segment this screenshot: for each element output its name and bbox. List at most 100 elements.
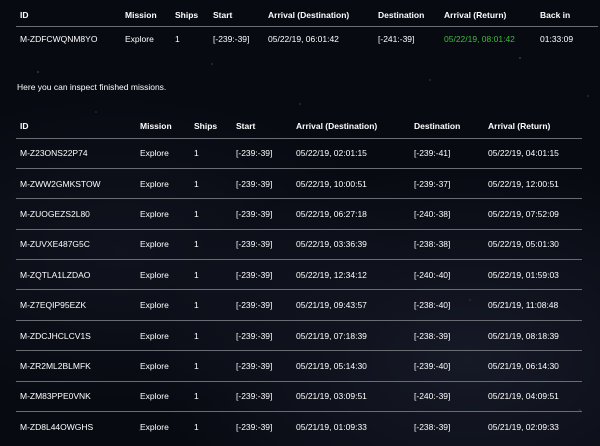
destination-coords: [-238:-38] (410, 228, 484, 260)
table-row: M-ZQTLA1LZDAO Explore 1 [-239:-39] 05/22/19,… (16, 259, 582, 290)
arrival-return: 05/21/19, 08:18:39 (484, 319, 582, 351)
start-coords: [-239:-39] (232, 198, 292, 230)
finished-missions-table: ID Mission Ships Start Arrival (Destinat… (16, 114, 582, 442)
start-coords: [-239:-39] (232, 167, 292, 199)
ship-count: 1 (190, 319, 232, 351)
mission-type: Explore (136, 167, 190, 199)
destination-coords: [-239:-37] (410, 167, 484, 199)
arrival-return: 05/21/19, 02:09:33 (484, 411, 582, 442)
finished-header-row: ID Mission Ships Start Arrival (Destinat… (16, 114, 582, 138)
mission-id: M-ZUOGEZS2L80 (16, 198, 136, 230)
header-arrival-return: Arrival (Return) (488, 120, 551, 131)
header-destination: Destination (378, 9, 425, 20)
start-coords: [-239:-39] (232, 259, 292, 290)
mission-id: M-ZWW2GMKSTOW (16, 167, 136, 199)
mission-id: M-ZUVXE487G5C (16, 228, 136, 260)
finished-missions-intro: Here you can inspect finished missions. (17, 82, 167, 92)
mission-id: M-Z7EQIP95EZK (16, 289, 136, 321)
mission-id: M-ZDCJHCLCV1S (16, 319, 136, 351)
active-header-row: ID Mission Ships Start Arrival (Destinat… (16, 4, 598, 26)
destination-coords: [-239:-41] (410, 137, 484, 169)
arrival-destination: 05/22/19, 03:36:39 (292, 228, 410, 260)
arrival-destination: 05/21/19, 03:09:51 (292, 380, 410, 412)
mission-type: Explore (121, 25, 171, 52)
arrival-return: 05/22/19, 07:52:09 (484, 198, 582, 230)
mission-type: Explore (136, 137, 190, 169)
table-row: M-ZUOGEZS2L80 Explore 1 [-239:-39] 05/22/19,… (16, 198, 582, 230)
mission-type: Explore (136, 198, 190, 230)
active-missions-table: ID Mission Ships Start Arrival (Destinat… (16, 4, 598, 52)
start-coords: [-239:-39] (232, 380, 292, 412)
destination-coords: [-238:-39] (410, 411, 484, 442)
start-coords: [-239:-39] (232, 411, 292, 442)
arrival-return: 05/22/19, 05:01:30 (484, 228, 582, 260)
header-id: ID (20, 9, 29, 20)
mission-type: Explore (136, 289, 190, 321)
destination-coords: [-240:-40] (410, 259, 484, 290)
header-start: Start (236, 120, 256, 131)
mission-type: Explore (136, 350, 190, 382)
arrival-destination: 05/22/19, 12:34:12 (292, 259, 410, 290)
mission-id: M-ZQTLA1LZDAO (16, 259, 136, 290)
destination-coords: [-238:-40] (410, 289, 484, 321)
arrival-destination: 05/22/19, 06:27:18 (292, 198, 410, 230)
header-arrival-return: Arrival (Return) (444, 9, 507, 20)
header-destination: Destination (414, 120, 461, 131)
table-row: M-ZD8L44OWGHS Explore 1 [-239:-39] 05/21/19,… (16, 411, 582, 442)
arrival-return: 05/21/19, 04:09:51 (484, 380, 582, 412)
arrival-destination: 05/21/19, 01:09:33 (292, 411, 410, 442)
ship-count: 1 (171, 25, 209, 52)
mission-type: Explore (136, 411, 190, 442)
table-row: M-ZWW2GMKSTOW Explore 1 [-239:-39] 05/22/19,… (16, 167, 582, 199)
start-coords: [-239:-39] (232, 228, 292, 260)
mission-type: Explore (136, 228, 190, 260)
table-row: M-Z7EQIP95EZK Explore 1 [-239:-39] 05/21/19,… (16, 289, 582, 321)
arrival-destination: 05/21/19, 09:43:57 (292, 289, 410, 321)
destination-coords: [-238:-39] (410, 319, 484, 351)
mission-type: Explore (136, 380, 190, 412)
header-back-in: Back in (540, 9, 571, 20)
ship-count: 1 (190, 350, 232, 382)
arrival-destination: 05/22/19, 06:01:42 (264, 25, 374, 52)
start-coords: [-239:-39] (232, 289, 292, 321)
destination-coords: [-240:-38] (410, 198, 484, 230)
table-row: M-ZM83PPE0VNK Explore 1 [-239:-39] 05/21/19,… (16, 380, 582, 412)
ship-count: 1 (190, 289, 232, 321)
destination-coords: [-241:-39] (374, 25, 440, 52)
start-coords: [-239:-39] (209, 25, 264, 52)
ship-count: 1 (190, 137, 232, 169)
ship-count: 1 (190, 228, 232, 260)
destination-coords: [-240:-39] (410, 380, 484, 412)
start-coords: [-239:-39] (232, 350, 292, 382)
table-row: M-ZDCJHCLCV1S Explore 1 [-239:-39] 05/21/19,… (16, 319, 582, 351)
arrival-destination: 05/21/19, 07:18:39 (292, 319, 410, 351)
table-row: M-ZR2ML2BLMFK Explore 1 [-239:-39] 05/21/19,… (16, 350, 582, 382)
mission-id: M-Z23ONS22P74 (16, 137, 136, 169)
table-row: M-Z23ONS22P74 Explore 1 [-239:-39] 05/22/19,… (16, 137, 582, 169)
header-arrival-destination: Arrival (Destination) (296, 120, 378, 131)
finished-missions-body: M-Z23ONS22P74 Explore 1 [-239:-39] 05/22/19,… (16, 137, 582, 442)
mission-type: Explore (136, 259, 190, 290)
ship-count: 1 (190, 198, 232, 230)
header-ships: Ships (194, 120, 218, 131)
mission-id: M-ZM83PPE0VNK (16, 380, 136, 412)
start-coords: [-239:-39] (232, 137, 292, 169)
arrival-return: 05/22/19, 08:01:42 (440, 25, 536, 52)
header-mission: Mission (140, 120, 172, 131)
header-mission: Mission (125, 9, 157, 20)
table-row: M-ZUVXE487G5C Explore 1 [-239:-39] 05/22/19,… (16, 228, 582, 260)
ship-count: 1 (190, 167, 232, 199)
mission-id: M-ZDFCWQNM8YO (16, 25, 121, 52)
back-in-timer: 01:33:09 (536, 25, 598, 52)
table-row: M-ZDFCWQNM8YO Explore 1 [-239:-39] 05/22… (16, 25, 598, 52)
arrival-return: 05/21/19, 06:14:30 (484, 350, 582, 382)
mission-id: M-ZR2ML2BLMFK (16, 350, 136, 382)
ship-count: 1 (190, 411, 232, 442)
start-coords: [-239:-39] (232, 319, 292, 351)
destination-coords: [-239:-40] (410, 350, 484, 382)
header-ships: Ships (175, 9, 199, 20)
arrival-destination: 05/22/19, 02:01:15 (292, 137, 410, 169)
mission-id: M-ZD8L44OWGHS (16, 411, 136, 442)
arrival-destination: 05/21/19, 05:14:30 (292, 350, 410, 382)
arrival-return: 05/22/19, 04:01:15 (484, 137, 582, 169)
